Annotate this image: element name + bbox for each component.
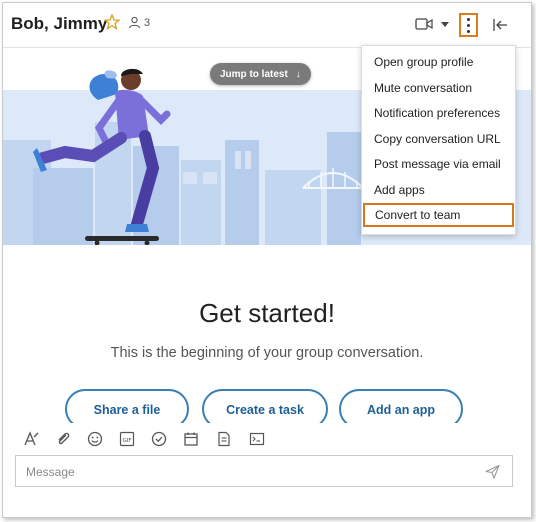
video-icon[interactable]: [415, 17, 433, 31]
members-indicator[interactable]: 3: [128, 16, 150, 29]
menu-item-add-apps[interactable]: Add apps: [362, 178, 515, 202]
more-vertical-icon: [467, 17, 470, 21]
conversation-title: Bob, Jimmy: [11, 14, 108, 33]
chevron-down-icon[interactable]: [441, 22, 449, 27]
code-icon[interactable]: [249, 431, 265, 447]
message-placeholder: Message: [26, 465, 75, 479]
menu-item-copy-conversation-url[interactable]: Copy conversation URL: [362, 127, 515, 151]
conversation-window: Bob, Jimmy 3 Jump to latest ↓ Open group…: [2, 2, 532, 518]
composer-toolbar: GIF: [3, 423, 531, 455]
menu-item-convert-to-team[interactable]: Convert to team: [363, 203, 514, 227]
menu-item-open-group-profile[interactable]: Open group profile: [362, 50, 515, 74]
jump-to-latest-button[interactable]: Jump to latest ↓: [210, 63, 311, 85]
menu-item-mute-conversation[interactable]: Mute conversation: [362, 76, 515, 100]
menu-item-post-message-via-email[interactable]: Post message via email: [362, 152, 515, 176]
send-icon[interactable]: [485, 464, 500, 479]
more-options-button[interactable]: [459, 13, 478, 37]
gif-icon[interactable]: GIF: [119, 431, 135, 447]
message-input[interactable]: Message: [15, 455, 513, 487]
calendar-icon[interactable]: [183, 431, 199, 447]
empty-state-subtitle: This is the beginning of your group conv…: [110, 345, 424, 361]
arrow-down-icon: ↓: [295, 68, 301, 80]
emoji-icon[interactable]: [87, 431, 103, 447]
attach-icon[interactable]: [55, 431, 71, 447]
people-icon: [128, 16, 141, 29]
format-icon[interactable]: [23, 431, 39, 447]
menu-item-notification-preferences[interactable]: Notification preferences: [362, 101, 515, 125]
collapse-panel-icon[interactable]: [492, 17, 508, 33]
member-count: 3: [144, 16, 151, 29]
jump-to-latest-label: Jump to latest: [220, 68, 288, 80]
page-title: Get started!: [199, 298, 335, 328]
conversation-header: Bob, Jimmy 3: [3, 3, 531, 47]
task-icon[interactable]: [151, 431, 167, 447]
more-options-menu: Open group profile Mute conversation Not…: [361, 45, 516, 235]
svg-text:GIF: GIF: [122, 438, 131, 444]
star-icon[interactable]: [104, 14, 120, 30]
note-icon[interactable]: [216, 431, 232, 447]
